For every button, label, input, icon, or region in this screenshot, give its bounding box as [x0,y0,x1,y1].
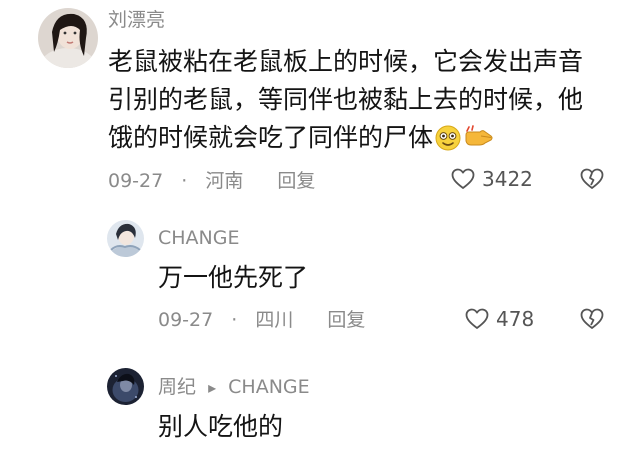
reply-to-author[interactable]: CHANGE [228,376,310,398]
comment-date: 09-27 [158,309,214,331]
comment-date: 09-27 [108,170,164,192]
like-button[interactable]: 3422 [451,167,533,191]
comment-meta: 09-27 · 河南 回复 [108,169,315,193]
comment-text: 老鼠被粘在老鼠板上的时候，它会发出声音引别的老鼠，等同伴也被黏上去的时候，他饿的… [108,43,588,157]
comment-author-line: 周纪 ▸ CHANGE [158,375,310,400]
reply-button[interactable]: 回复 [277,170,315,192]
avatar[interactable] [38,8,98,68]
comment-author[interactable]: 周纪 [158,376,196,398]
like-button[interactable]: 478 [465,307,534,331]
dislike-button[interactable] [580,308,604,330]
heart-icon [465,308,489,330]
avatar[interactable] [107,368,144,405]
dislike-button[interactable] [580,168,604,190]
reply-arrow-icon: ▸ [208,378,217,397]
comment-text: 别人吃他的 [158,412,284,441]
comment-text-content: 老鼠被粘在老鼠板上的时候，它会发出声音引别的老鼠，等同伴也被黏上去的时候，他饿的… [108,47,584,152]
pointing-hand-icon [463,124,493,150]
broken-heart-icon [580,168,604,190]
smiling-face-icon [435,124,461,151]
heart-icon [451,168,475,190]
meta-separator: · [231,309,238,331]
comment-meta: 09-27 · 四川 回复 [158,308,365,332]
avatar[interactable] [107,220,144,257]
comment-author[interactable]: CHANGE [158,226,240,250]
broken-heart-icon [580,308,604,330]
comment-location: 四川 [255,309,294,331]
comment-location: 河南 [205,170,244,192]
reply-button[interactable]: 回复 [327,309,365,331]
like-count: 3422 [482,167,533,191]
meta-separator: · [181,170,188,192]
comment-author[interactable]: 刘漂亮 [108,8,165,32]
comment-text: 万一他先死了 [158,263,309,292]
like-count: 478 [496,307,535,331]
